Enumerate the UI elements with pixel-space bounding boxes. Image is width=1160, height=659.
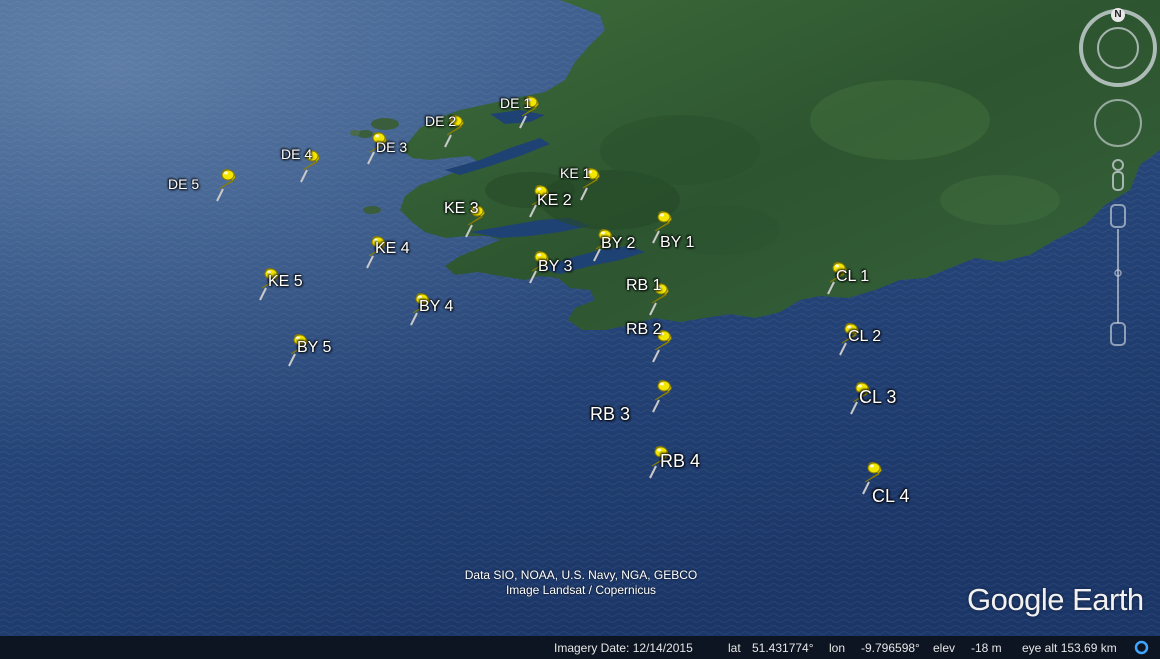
compass-north-icon[interactable]: N (1111, 8, 1125, 22)
island (350, 130, 360, 136)
placemark-label[interactable]: KE 2 (537, 192, 572, 210)
placemark-label[interactable]: DE 4 (281, 146, 312, 162)
placemark-label[interactable]: BY 1 (660, 234, 694, 252)
placemark-label[interactable]: KE 4 (375, 240, 410, 258)
placemark-label[interactable]: DE 2 (425, 113, 456, 129)
placemark-label[interactable]: BY 3 (538, 258, 572, 276)
placemark-label[interactable]: RB 2 (626, 321, 662, 339)
status-bar: Imagery Date: 12/14/2015 lat 51.431774° … (0, 636, 1160, 659)
look-joystick-icon[interactable] (1093, 98, 1143, 148)
placemark-label[interactable]: DE 3 (376, 139, 407, 155)
satellite-map[interactable] (0, 0, 1160, 659)
streaming-status-icon (1134, 640, 1149, 655)
data-attribution: Data SIO, NOAA, U.S. Navy, NGA, GEBCO Im… (440, 568, 722, 598)
lon-label: lon (829, 641, 846, 655)
placemark-label[interactable]: BY 4 (419, 298, 453, 316)
placemark-label[interactable]: CL 4 (872, 486, 909, 507)
placemark-label[interactable]: BY 2 (601, 235, 635, 253)
placemark-label[interactable]: CL 3 (859, 387, 896, 408)
placemark-label[interactable]: BY 5 (297, 339, 331, 357)
placemark-label[interactable]: RB 4 (660, 451, 700, 472)
lon-value: -9.796598° (861, 641, 920, 655)
placemark-label[interactable]: DE 1 (500, 95, 531, 111)
navigation-controls: N (1078, 8, 1160, 358)
street-view-pegman-icon[interactable] (1108, 158, 1128, 198)
placemark-pin-icon[interactable] (211, 169, 239, 203)
imagery-date: Imagery Date: 12/14/2015 (554, 641, 693, 655)
island (363, 206, 381, 214)
elev-value: -18 m (971, 641, 1002, 655)
island (371, 118, 399, 130)
placemark-label[interactable]: KE 5 (268, 273, 303, 291)
attribution-line: Data SIO, NOAA, U.S. Navy, NGA, GEBCO (464, 568, 698, 582)
lat-label: lat (728, 641, 741, 655)
placemark-label[interactable]: CL 2 (848, 328, 881, 346)
placemark-label[interactable]: RB 1 (626, 277, 662, 295)
eye-altitude: eye alt 153.69 km (1022, 641, 1117, 655)
placemark-label[interactable]: KE 1 (560, 165, 590, 181)
elev-label: elev (933, 641, 956, 655)
placemark-label[interactable]: DE 5 (168, 176, 199, 192)
lat-value: 51.431774° (752, 641, 814, 655)
placemark-label[interactable]: CL 1 (836, 268, 869, 286)
google-earth-logo: Google Earth (967, 582, 1144, 617)
placemark-label[interactable]: KE 3 (444, 200, 479, 218)
placemark-pin-icon[interactable] (647, 380, 675, 414)
zoom-slider[interactable] (1108, 203, 1128, 348)
attribution-line: Image Landsat / Copernicus (505, 583, 657, 597)
placemark-label[interactable]: RB 3 (590, 404, 630, 425)
